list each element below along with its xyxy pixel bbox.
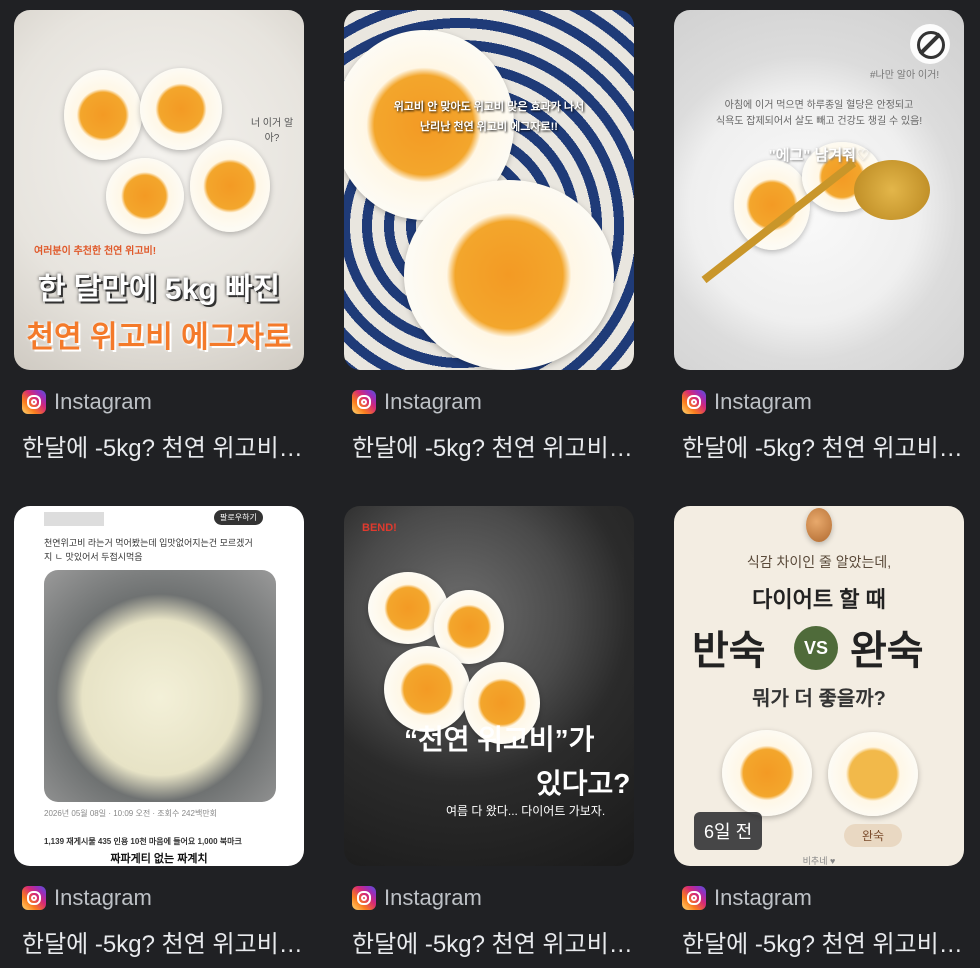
result-thumbnail[interactable]: 위고비 안 맞아도 위고비 맞은 효과가 나서 난리난 천연 위고비 에그자로!… (344, 10, 634, 370)
instagram-icon (22, 390, 46, 414)
avatar (44, 512, 104, 526)
overlay-footer: 비추네 ♥ (802, 856, 836, 866)
result-card[interactable]: 팔로우하기 천연위고비 라는거 먹어봤는데 입맛없어지는건 모르겠거 지 ㄴ 맛… (14, 506, 304, 958)
overlay-line2: 지 ㄴ 맛있어서 두접시먹음 (44, 552, 143, 562)
overlay-bottom: 천연 위고비 에그자로 (26, 321, 292, 354)
overlay-small: 여름 다 왔다... 다이어트 가보자. (446, 804, 606, 818)
overlay-left: 반숙 (692, 629, 766, 673)
result-thumbnail[interactable]: 팔로우하기 천연위고비 라는거 먹어봤는데 입맛없어지는건 모르겠거 지 ㄴ 맛… (14, 506, 304, 866)
overlay-caption: 짜파게티 없는 짜계치 (110, 853, 208, 865)
overlay-small: 여러분이 추천한 천연 위고비! (34, 246, 157, 257)
source-name: Instagram (714, 389, 812, 414)
overlay-right: 완숙 (850, 629, 924, 673)
overlay-stats: 1,139 재게시물 435 인용 10천 마음에 들어요 1,000 북마크 (44, 837, 242, 846)
result-title[interactable]: 한달에 -5kg? 천연 위고비 에그자로 (682, 924, 964, 959)
overlay-line1: 식감 차이인 줄 알았는데, (746, 554, 892, 570)
instagram-icon (682, 886, 706, 910)
result-thumbnail[interactable]: 식감 차이인 줄 알았는데, 다이어트 할 때 반숙 VS 완숙 뭐가 더 좋을… (674, 506, 964, 866)
overlay-top: 한 달만에 5kg 빠진 (37, 273, 281, 306)
egg-image (806, 508, 832, 542)
vs-badge: VS (794, 626, 838, 670)
instagram-icon (352, 390, 376, 414)
label-right: 완숙 (844, 824, 903, 847)
egg-image (64, 70, 142, 160)
result-title[interactable]: 한달에 -5kg? 천연 위고비 에그자로 (22, 924, 304, 959)
egg-image (190, 140, 270, 232)
overlay-line2: 다이어트 할 때 (752, 587, 886, 612)
result-thumbnail[interactable]: #나만 알아 이거! 아침에 이거 먹으면 하루종일 혈당은 안정되고 식욕도 … (674, 10, 964, 370)
brand-logo: BEND! (362, 522, 397, 534)
overlay-note: 너 이거 알아? (250, 118, 294, 144)
result-card[interactable]: #나만 알아 이거! 아침에 이거 먹으면 하루종일 혈당은 안정되고 식욕도 … (674, 10, 964, 462)
egg-image (404, 180, 614, 370)
image-results-grid: 너 이거 알아? 여러분이 추천한 천연 위고비! 한 달만에 5kg 빠진 천… (0, 0, 980, 968)
result-card[interactable]: BEND! “천연 위고비”가 있다고? 여름 다 왔다... 다이어트 가보자… (344, 506, 634, 958)
result-title[interactable]: 한달에 -5kg? 천연 위고비 에그자로 (352, 428, 634, 463)
result-title[interactable]: 한달에 -5kg? 천연 위고비 에그자로 (682, 428, 964, 463)
block-icon[interactable] (910, 24, 950, 64)
overlay-date: 2026년 05월 08일 · 10:09 오전 · 조회수 242백만회 (44, 809, 218, 818)
source-name: Instagram (54, 885, 152, 910)
overlay-quote: “천연 위고비”가 (404, 724, 595, 755)
result-source[interactable]: Instagram (682, 388, 812, 416)
result-card[interactable]: 너 이거 알아? 여러분이 추천한 천연 위고비! 한 달만에 5kg 빠진 천… (14, 10, 304, 462)
instagram-icon (22, 886, 46, 910)
result-card[interactable]: 식감 차이인 줄 알았는데, 다이어트 할 때 반숙 VS 완숙 뭐가 더 좋을… (674, 506, 964, 958)
spoon-image (854, 160, 930, 220)
instagram-icon (352, 886, 376, 910)
age-badge: 6일 전 (694, 812, 763, 850)
egg-image (828, 732, 918, 816)
result-title[interactable]: 한달에 -5kg? 천연 위고비 에그자로 (352, 924, 634, 959)
overlay-line1: 위고비 안 맞아도 위고비 맞은 효과가 나서 (393, 101, 585, 113)
overlay-line3: 뭐가 더 좋을까? (752, 688, 886, 710)
result-card[interactable]: 위고비 안 맞아도 위고비 맞은 효과가 나서 난리난 천연 위고비 에그자로!… (344, 10, 634, 462)
source-name: Instagram (54, 389, 152, 414)
result-source[interactable]: Instagram (22, 884, 152, 912)
overlay-line3: "에그" 남겨줘♡ (768, 147, 870, 164)
overlay-line2: 있다고? (536, 768, 631, 799)
result-thumbnail[interactable]: 너 이거 알아? 여러분이 추천한 천연 위고비! 한 달만에 5kg 빠진 천… (14, 10, 304, 370)
source-name: Instagram (384, 885, 482, 910)
result-source[interactable]: Instagram (352, 884, 482, 912)
overlay-line2: 식욕도 잡제되어서 살도 빼고 건강도 챙길 수 있음! (715, 116, 923, 127)
follow-tag: 팔로우하기 (214, 510, 263, 525)
egg-image (140, 68, 222, 150)
source-name: Instagram (384, 389, 482, 414)
overlay-line1: 천연위고비 라는거 먹어봤는데 입맛없어지는건 모르겠거 (44, 538, 253, 548)
egg-image (722, 730, 812, 816)
overlay-line1: 아침에 이거 먹으면 하루종일 혈당은 안정되고 (724, 100, 914, 111)
result-source[interactable]: Instagram (22, 388, 152, 416)
result-source[interactable]: Instagram (352, 388, 482, 416)
overlay-line2: 난리난 천연 위고비 에그자로!! (420, 121, 558, 133)
result-source[interactable]: Instagram (682, 884, 812, 912)
result-title[interactable]: 한달에 -5kg? 천연 위고비 에그자로 (22, 428, 304, 463)
egg-image (106, 158, 184, 234)
overlay-corner: #나만 알아 이거! (870, 70, 940, 81)
food-photo (44, 570, 276, 802)
result-thumbnail[interactable]: BEND! “천연 위고비”가 있다고? 여름 다 왔다... 다이어트 가보자… (344, 506, 634, 866)
source-name: Instagram (714, 885, 812, 910)
instagram-icon (682, 390, 706, 414)
